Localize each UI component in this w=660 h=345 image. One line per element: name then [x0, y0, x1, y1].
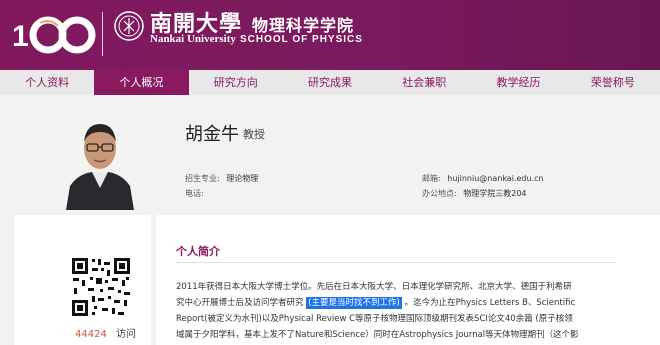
person-portrait-icon: [58, 110, 142, 210]
intro-line-2: 究中心开展博士后及访问学者研究 (主要是当时找不到工作) 。迄今为止在Physi…: [176, 296, 576, 309]
person-title: 教授: [243, 128, 265, 141]
office-label: 办公地点:: [422, 189, 457, 198]
svg-text:1: 1: [12, 20, 29, 53]
nav-item-personal-info[interactable]: 个人资料: [0, 70, 94, 95]
site-header: 1 南開大學 Nankai University 物理科学学院 SCHOOL O…: [0, 0, 660, 70]
qr-code-icon[interactable]: [70, 256, 132, 318]
nav-item-honors[interactable]: 荣誉称号: [566, 70, 660, 95]
centennial-logo-icon[interactable]: 1: [10, 8, 98, 58]
email-info: 邮箱: hujinniu@nankai.edu.cn: [422, 173, 544, 184]
school-name-cn[interactable]: 物理科学学院: [252, 12, 354, 36]
visit-label: 访问: [116, 329, 136, 340]
profile-photo: [58, 110, 142, 210]
intro-highlighted-text: (主要是当时找不到工作): [306, 297, 402, 309]
phone-info: 电话:: [185, 188, 208, 199]
email-label: 邮箱:: [422, 174, 441, 183]
intro-line-3: Report(被定义为水刊)以及Physical Review C等原子核物理国…: [176, 314, 573, 324]
profile-section: 胡金牛 教授 招生专业: 理论物理 电话: 邮箱: hujinniu@nanka…: [0, 95, 660, 215]
nav-item-research-results[interactable]: 研究成果: [283, 70, 377, 95]
major-label: 招生专业:: [185, 174, 220, 183]
intro-line-4: 域属于夕阳学科，基本上发不了Nature和Science）同时在Astrophy…: [176, 330, 579, 340]
visit-counter: 44424 访问: [75, 325, 136, 340]
person-name: 胡金牛: [185, 124, 239, 145]
phone-label: 电话:: [185, 189, 204, 198]
nankai-seal-icon[interactable]: [113, 10, 145, 42]
nav-item-overview[interactable]: 个人概况: [94, 70, 189, 95]
nav-item-research-direction[interactable]: 研究方向: [189, 70, 283, 95]
intro-line-2-pre: 究中心开展博士后及访问学者研究: [176, 298, 304, 308]
nav-item-teaching[interactable]: 教学经历: [471, 70, 565, 95]
intro-divider: [176, 262, 616, 263]
office-info: 办公地点: 物理学院三教204: [422, 188, 527, 199]
email-value[interactable]: hujinniu@nankai.edu.cn: [447, 174, 543, 183]
nav-item-social-positions[interactable]: 社会兼职: [377, 70, 471, 95]
university-name-en[interactable]: Nankai University: [150, 33, 236, 45]
major-value: 理论物理: [226, 174, 259, 183]
visit-count: 44424: [75, 329, 107, 340]
major-info: 招生专业: 理论物理: [185, 173, 258, 184]
office-value: 物理学院三教204: [463, 189, 527, 198]
intro-heading: 个人简介: [176, 245, 220, 258]
intro-line-2-post: 。迄今为止在Physics Letters B、Scientific: [404, 298, 576, 308]
header-divider: [102, 12, 103, 56]
school-name-en[interactable]: SCHOOL OF PHYSICS: [240, 34, 363, 45]
main-nav: 个人资料 个人概况 研究方向 研究成果 社会兼职 教学经历 荣誉称号: [0, 70, 660, 95]
intro-line-1: 2011年获得日本大阪大学博士学位。先后在日本大阪大学、日本理化学研究所、北京大…: [176, 282, 572, 292]
